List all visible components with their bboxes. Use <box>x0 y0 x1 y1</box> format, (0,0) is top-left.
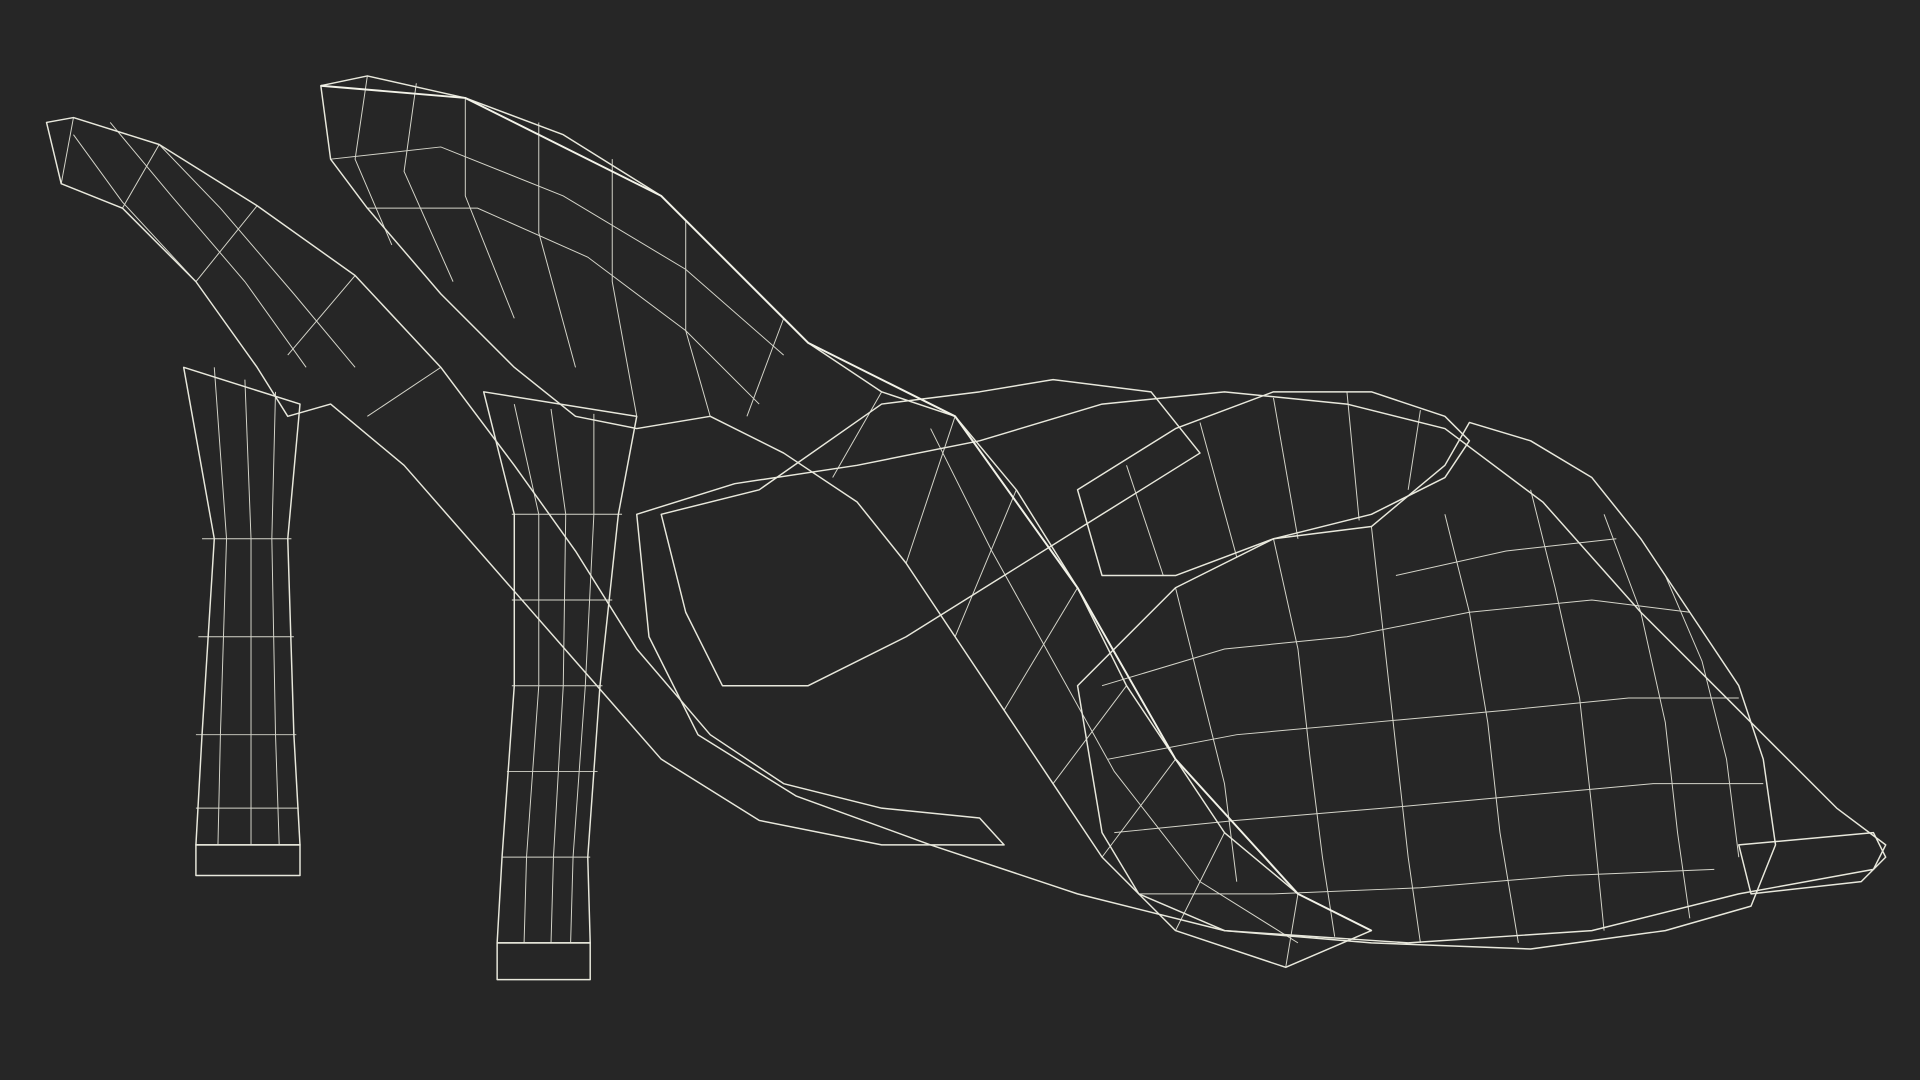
front-sandal-slingback-strap <box>320 75 1373 969</box>
back-sandal <box>45 116 1005 877</box>
back-sandal-sole <box>45 116 1005 846</box>
front-sandal-toe-tip <box>1738 831 1887 895</box>
front-sandal-insole <box>636 391 1887 944</box>
front-sandal-rear-strap <box>660 378 1201 687</box>
back-sandal-heel <box>182 366 301 846</box>
front-sandal <box>320 75 1887 981</box>
wireframe-sandal-render <box>45 75 1887 981</box>
front-sandal-toe-strap <box>1076 421 1777 950</box>
